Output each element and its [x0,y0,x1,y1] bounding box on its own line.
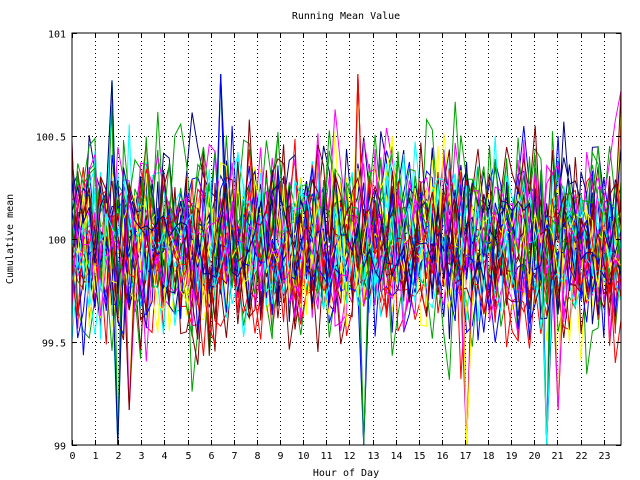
x-tick-label: 9 [277,451,283,462]
x-tick-label: 4 [161,451,167,462]
x-tick-label: 6 [208,451,214,462]
x-tick-label: 18 [482,451,494,462]
x-tick-label: 15 [413,451,425,462]
x-tick-label: 22 [575,451,587,462]
y-tick-label: 100.5 [36,133,66,144]
x-tick-label: 0 [69,451,75,462]
y-tick-label: 99.5 [42,339,66,350]
y-tick-label: 101 [48,30,66,41]
x-tick-label: 21 [551,451,563,462]
x-axis-label: Hour of Day [313,468,379,479]
x-tick-label: 1 [92,451,98,462]
y-tick-label: 99 [54,442,66,453]
x-tick-label: 20 [528,451,540,462]
y-axis-label: Cumulative mean [5,194,16,284]
x-tick-label: 14 [390,451,402,462]
x-tick-label: 2 [115,451,121,462]
x-tick-label: 23 [598,451,610,462]
x-tick-label: 8 [254,451,260,462]
x-tick-label: 16 [436,451,448,462]
x-tick-label: 3 [138,451,144,462]
x-tick-label: 17 [459,451,471,462]
x-tick-label: 12 [343,451,355,462]
running-mean-chart: Running Mean Value 9999.5100100.51010 1 2 3… [0,0,640,480]
x-tick-label: 7 [231,451,237,462]
x-tick-label: 5 [185,451,191,462]
y-tick-label: 100 [48,236,66,247]
chart-title: Running Mean Value [292,11,400,22]
x-tick-label: 19 [505,451,517,462]
x-tick-label: 11 [320,451,332,462]
x-tick-label: 13 [367,451,379,462]
x-tick-label: 10 [297,451,309,462]
